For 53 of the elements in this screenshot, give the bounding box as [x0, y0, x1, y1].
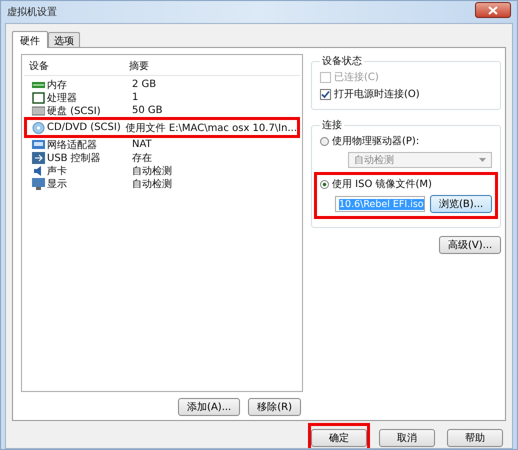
monitor-icon — [32, 178, 45, 190]
advanced-button[interactable]: 高级(V)... — [439, 236, 502, 254]
device-summary: 自动检测 — [132, 178, 173, 190]
device-name: 硬盘 (SCSI) — [47, 104, 101, 118]
checkbox-label: 打开电源时连接(O) — [334, 88, 420, 101]
device-name: 显示 — [47, 178, 67, 190]
window-title: 虚拟机设置 — [7, 6, 57, 19]
tab[interactable]: 硬件 — [12, 31, 48, 48]
column-header: 摘要 — [129, 60, 150, 73]
group-title: 连接 — [321, 118, 343, 132]
device-row[interactable]: 声卡 自动检测 — [27, 164, 297, 177]
disc-icon — [32, 122, 45, 134]
browse-button[interactable]: 浏览(B)... — [430, 195, 492, 213]
device-summary: NAT — [132, 139, 153, 150]
dialog-button[interactable]: 确定 — [311, 429, 367, 447]
device-name: 内存 — [47, 78, 67, 92]
device-button[interactable]: 移除(R) — [248, 398, 301, 416]
close-button[interactable] — [475, 2, 511, 18]
device-row[interactable]: 内存 2 GB — [27, 78, 297, 91]
device-name: 处理器 — [47, 92, 77, 104]
device-summary: 使用文件 E:\MAC\mac osx 10.7\In... — [126, 122, 297, 134]
device-row[interactable]: 处理器 1 — [27, 91, 297, 104]
device-summary: 自动检测 — [132, 164, 173, 178]
dialog-button[interactable]: 帮助 — [447, 429, 503, 447]
tab[interactable]: 选项 — [48, 32, 80, 47]
device-summary: 1 — [132, 92, 140, 103]
dialog-button[interactable]: 取消 — [379, 429, 435, 447]
column-header: 设备 — [28, 60, 50, 73]
device-name: USB 控制器 — [47, 152, 101, 164]
radio-label: 使用物理驱动器(P): — [332, 135, 420, 148]
device-name: 声卡 — [47, 164, 67, 178]
device-row[interactable]: CD/DVD (SCSI) 使用文件 E:\MAC\mac osx 10.7\In... — [27, 121, 297, 134]
network-icon — [32, 138, 45, 150]
device-row[interactable]: 硬盘 (SCSI) 50 GB — [27, 104, 297, 117]
device-row[interactable]: USB 控制器 存在 — [27, 151, 297, 164]
device-row[interactable]: 显示 自动检测 — [27, 177, 297, 190]
device-summary: 50 GB — [132, 105, 164, 116]
device-summary: 2 GB — [132, 79, 158, 90]
device-summary: 存在 — [132, 152, 153, 164]
usb-icon — [32, 152, 45, 164]
radio-button[interactable] — [320, 136, 329, 146]
caret-icon — [479, 158, 486, 162]
chip-icon — [32, 92, 45, 104]
checkbox-label: 已连接(C) — [334, 70, 379, 84]
device-row[interactable]: 网络适配器 NAT — [27, 138, 297, 151]
radio-label: 使用 ISO 镜像文件(M) — [332, 178, 432, 191]
radio-button[interactable] — [320, 180, 329, 188]
device-button[interactable]: 添加(A)... — [178, 398, 240, 416]
device-name: CD/DVD (SCSI) — [47, 122, 121, 133]
group-title: 设备状态 — [321, 54, 363, 68]
checkbox[interactable] — [320, 88, 331, 100]
device-name: 网络适配器 — [47, 138, 97, 152]
close-icon — [488, 6, 498, 14]
